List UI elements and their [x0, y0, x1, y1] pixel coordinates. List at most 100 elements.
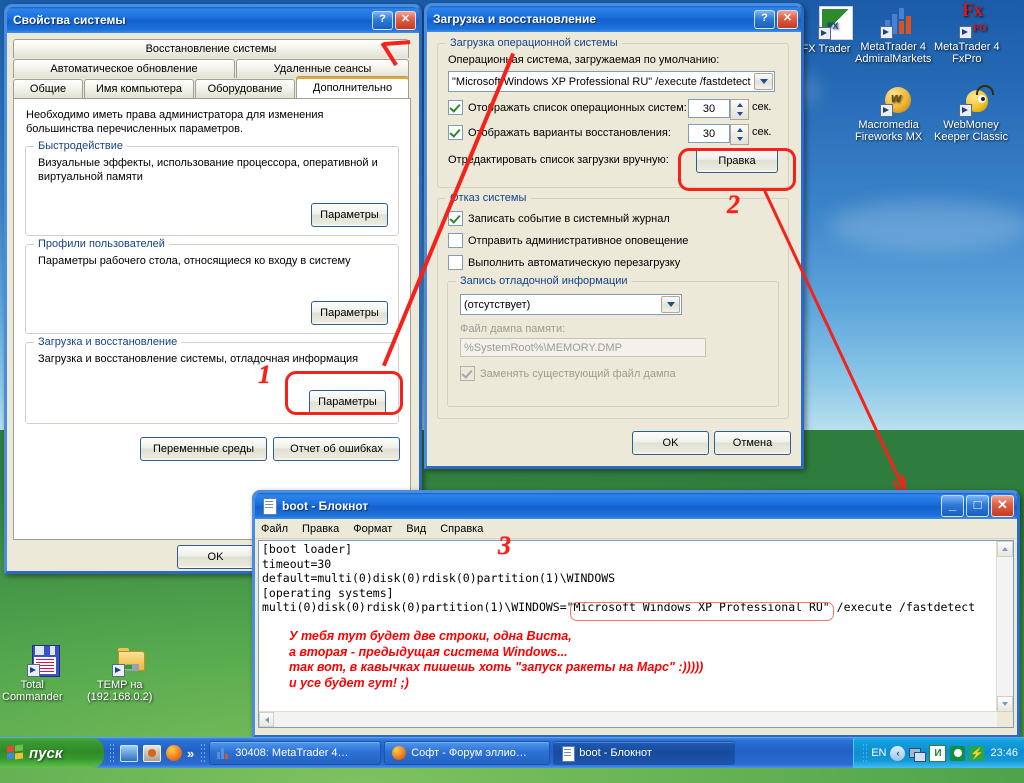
menu-view[interactable]: Вид: [406, 523, 426, 535]
chevron-right-icon[interactable]: »: [187, 746, 194, 761]
tray-grip[interactable]: [862, 743, 868, 763]
startup-recovery-cancel-button[interactable]: Отмена: [714, 431, 791, 455]
punto-switcher-icon[interactable]: И: [929, 744, 947, 762]
show-recovery-spinner[interactable]: [730, 124, 749, 145]
taskbar-button-notepad[interactable]: boot - Блокнот: [553, 741, 736, 765]
show-recovery-checkbox[interactable]: [448, 125, 463, 140]
tab-computer-name[interactable]: Имя компьютера: [84, 79, 194, 98]
desktop-icon-metatrader4-fxpro[interactable]: Fx PO MetaTrader 4 FxPro: [934, 1, 1020, 65]
close-button[interactable]: ✕: [395, 10, 416, 30]
startup-recovery-titlebar[interactable]: Загрузка и восстановление ? ✕: [427, 6, 801, 32]
chevron-down-icon[interactable]: [754, 73, 773, 90]
tab-advanced[interactable]: Дополнительно: [296, 76, 409, 98]
performance-group-caption: Быстродействие: [34, 140, 127, 152]
desktop-icon-metatrader4-admiralmarkets[interactable]: MetaTrader 4 AdmiralMarkets: [855, 6, 941, 65]
button-label: OK: [207, 551, 224, 563]
system-failure-group: Отказ системы Записать событие в системн…: [437, 192, 789, 419]
desktop-icon-macromedia-fireworks-mx[interactable]: w Macromedia Fireworks MX: [855, 84, 941, 143]
quick-launch-bar: »: [114, 744, 200, 762]
seconds-unit-label: сек.: [752, 101, 772, 113]
spinner-down-icon[interactable]: [731, 110, 748, 120]
auto-restart-checkbox[interactable]: [448, 255, 463, 270]
performance-settings-button[interactable]: Параметры: [311, 203, 388, 227]
chevron-down-icon[interactable]: [661, 296, 680, 313]
horizontal-scrollbar[interactable]: [259, 711, 997, 727]
media-player-icon[interactable]: [143, 744, 161, 762]
taskbar: пуск » 30408: MetaTrader 4… Софт - Форум…: [0, 737, 1024, 768]
error-reporting-button[interactable]: Отчет об ошибках: [273, 437, 400, 461]
debug-info-group-caption: Запись отладочной информации: [456, 275, 632, 287]
close-button[interactable]: ✕: [991, 495, 1014, 517]
show-os-list-row: Отображать список операционных систем:: [448, 100, 687, 115]
safely-remove-icon[interactable]: ⚡: [969, 745, 985, 761]
debug-info-group: Запись отладочной информации (отсутствуе…: [447, 275, 779, 407]
maximize-button[interactable]: □: [966, 495, 989, 517]
notepad-text-area[interactable]: [boot loader] timeout=30 default=multi(0…: [258, 540, 1014, 728]
scroll-up-icon[interactable]: [997, 541, 1013, 557]
environment-variables-button[interactable]: Переменные среды: [140, 437, 267, 461]
hide-tray-icon[interactable]: ‹: [890, 745, 906, 761]
firefox-icon[interactable]: [166, 745, 182, 761]
dump-file-input: %SystemRoot%\MEMORY.DMP: [460, 338, 706, 357]
minimize-button[interactable]: _: [941, 495, 964, 517]
disc-icon[interactable]: [950, 745, 966, 761]
tab-hardware[interactable]: Оборудование: [195, 79, 295, 98]
spinner-up-icon[interactable]: [731, 100, 748, 110]
notepad-menubar: Файл Правка Формат Вид Справка: [255, 519, 1017, 539]
system-properties-titlebar[interactable]: Свойства системы ? ✕: [7, 7, 419, 33]
failure-option-row: Отправить административное оповещение: [448, 233, 688, 248]
send-admin-alert-checkbox[interactable]: [448, 233, 463, 248]
menu-help[interactable]: Справка: [440, 523, 483, 535]
show-os-list-checkbox[interactable]: [448, 100, 463, 115]
show-desktop-icon[interactable]: [120, 744, 138, 762]
help-button[interactable]: ?: [754, 9, 775, 29]
desktop-icon-label: MetaTrader 4 AdmiralMarkets: [855, 41, 932, 65]
scroll-left-icon[interactable]: [259, 712, 274, 727]
taskbar-grip[interactable]: [109, 743, 114, 763]
close-button[interactable]: ✕: [777, 9, 798, 29]
desktop-icon-total-commander[interactable]: Total Commander: [2, 644, 88, 703]
taskbar-button-metatrader[interactable]: 30408: MetaTrader 4…: [209, 741, 382, 765]
vertical-scrollbar[interactable]: [996, 541, 1013, 712]
show-os-list-seconds-input[interactable]: 30: [688, 99, 730, 118]
performance-group: Быстродействие Визуальные эффекты, испол…: [25, 140, 399, 236]
system-properties-ok-button[interactable]: OK: [177, 545, 254, 569]
menu-format[interactable]: Формат: [353, 523, 392, 535]
default-os-label: Операционная система, загружаемая по умо…: [448, 54, 720, 66]
seconds-value: 30: [702, 102, 716, 115]
annotation-number-2: 2: [727, 190, 740, 219]
show-os-list-spinner[interactable]: [730, 99, 749, 120]
tab-general[interactable]: Общие: [13, 79, 83, 98]
annotation-number-1: 1: [258, 360, 271, 389]
button-label: Переменные среды: [153, 443, 254, 455]
fxpro-icon: Fx PO: [959, 1, 993, 39]
debug-info-combobox[interactable]: (отсутствует): [460, 294, 682, 315]
taskbar-grip[interactable]: [200, 743, 206, 763]
language-indicator[interactable]: EN: [871, 747, 886, 759]
tab-automatic-updates[interactable]: Автоматическое обновление: [13, 59, 235, 78]
notepad-titlebar[interactable]: boot - Блокнот _ □ ✕: [255, 493, 1017, 519]
help-button[interactable]: ?: [372, 10, 393, 30]
spinner-down-icon[interactable]: [731, 135, 748, 145]
startup-recovery-group-caption: Загрузка и восстановление: [34, 336, 182, 348]
metatrader4-icon: [880, 6, 914, 39]
menu-file[interactable]: Файл: [261, 523, 288, 535]
overwrite-dump-label: Заменять существующий файл дампа: [480, 367, 676, 380]
network-icon[interactable]: [909, 746, 927, 762]
scroll-down-icon[interactable]: [997, 696, 1013, 712]
startup-recovery-ok-button[interactable]: OK: [632, 431, 709, 455]
user-profiles-settings-button[interactable]: Параметры: [311, 301, 388, 325]
taskbar-button-firefox[interactable]: Софт - Форум эллио…: [384, 741, 551, 765]
taskbar-button-label: boot - Блокнот: [579, 747, 652, 759]
menu-edit[interactable]: Правка: [302, 523, 339, 535]
write-event-log-checkbox[interactable]: [448, 211, 463, 226]
clock[interactable]: 23:46: [990, 747, 1018, 759]
spinner-up-icon[interactable]: [731, 125, 748, 135]
start-button[interactable]: пуск: [0, 738, 104, 768]
button-label: OK: [662, 437, 679, 449]
show-recovery-seconds-input[interactable]: 30: [688, 124, 730, 143]
boot-ini-line: [operating systems]: [262, 585, 394, 600]
desktop-icon-webmoney-keeper-classic[interactable]: WebMoney Keeper Classic: [934, 84, 1020, 143]
desktop-icon-temp-share[interactable]: TEMP на (192.168.0.2): [87, 644, 173, 703]
tab-system-restore[interactable]: Восстановление системы: [13, 39, 409, 58]
